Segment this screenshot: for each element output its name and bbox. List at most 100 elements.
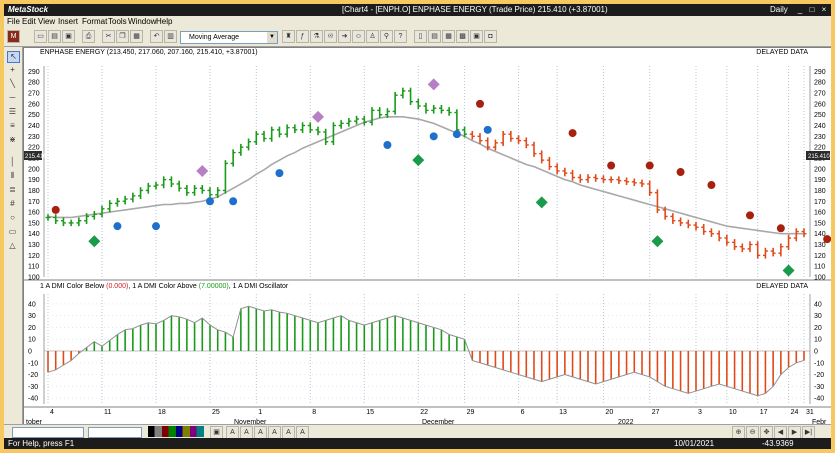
date-tick-label: 4 xyxy=(50,409,54,416)
metastock-window: MetaStock [Chart4 - [ENPH.O] ENPHASE ENE… xyxy=(4,4,831,449)
cascade-icon[interactable]: ▦ xyxy=(442,30,455,43)
menu-view[interactable]: View xyxy=(38,16,55,27)
status-date: 10/01/2021 xyxy=(674,439,715,448)
layout-icon[interactable]: ▯ xyxy=(414,30,427,43)
sell-signal-diamond xyxy=(312,110,324,123)
help-icon[interactable]: ? xyxy=(394,30,407,43)
price-tick-right: 280 xyxy=(814,80,826,87)
undo-icon[interactable]: ↶ xyxy=(150,30,163,43)
metastock-logo-icon[interactable]: M xyxy=(7,30,20,43)
paste-icon[interactable]: ▦ xyxy=(130,30,143,43)
minimize-icon[interactable]: _ xyxy=(794,5,806,15)
price-tick-left: 120 xyxy=(28,253,40,260)
price-tick-right: 160 xyxy=(814,210,826,217)
price-grid xyxy=(47,66,805,277)
window-icon[interactable]: ▣ xyxy=(470,30,483,43)
price-tick-right: 250 xyxy=(814,112,826,119)
channel-icon[interactable]: ☰ xyxy=(7,107,18,117)
expert-icon[interactable]: ☺ xyxy=(352,30,365,43)
buy-signal-diamond xyxy=(651,235,664,248)
pointer-icon[interactable]: ↖ xyxy=(7,51,20,63)
menu-file[interactable]: File xyxy=(7,16,20,27)
menu-tools[interactable]: Tools xyxy=(108,16,127,27)
gann-icon[interactable]: ⋇ xyxy=(7,135,18,145)
periodicity-label: Daily xyxy=(770,5,788,14)
price-tick-left: 290 xyxy=(28,69,40,76)
blue-signal-dot xyxy=(483,125,492,134)
save-icon[interactable]: ▣ xyxy=(62,30,75,43)
menu-window[interactable]: Window xyxy=(128,16,156,27)
menu-help[interactable]: Help xyxy=(156,16,172,27)
system-tester-icon[interactable]: ⚗ xyxy=(310,30,323,43)
chart-canvas[interactable]: 2902802702602502402302202102001901801701… xyxy=(24,48,831,436)
price-tick-left: 270 xyxy=(28,91,40,98)
date-tick-label: 29 xyxy=(467,409,475,416)
moving-average-path xyxy=(47,116,804,235)
chart-icon[interactable]: ▥ xyxy=(164,30,177,43)
dmi-tick-right: -30 xyxy=(814,384,824,391)
dmi-tick-right: 10 xyxy=(814,337,822,344)
chart-window[interactable]: ENPHASE ENERGY (213.450, 217.060, 207.16… xyxy=(23,47,831,437)
date-tick-label: 6 xyxy=(521,409,525,416)
fibonacci-icon[interactable]: ≡ xyxy=(7,121,18,131)
grid-tool-icon[interactable]: # xyxy=(7,199,18,209)
blue-signal-dot xyxy=(206,197,214,206)
menu-edit[interactable]: Edit xyxy=(22,16,36,27)
arrow-icon[interactable]: ➜ xyxy=(338,30,351,43)
print-icon[interactable]: ⎙ xyxy=(82,30,95,43)
dmi-tick-right: -40 xyxy=(814,396,824,403)
close-icon[interactable]: × xyxy=(818,5,830,15)
price-tick-right: 180 xyxy=(814,188,826,195)
copy-icon[interactable]: ❐ xyxy=(116,30,129,43)
price-tick-right: 120 xyxy=(814,253,826,260)
price-tick-left: 200 xyxy=(28,166,40,173)
open-icon[interactable]: ▤ xyxy=(48,30,61,43)
price-tick-left: 280 xyxy=(28,80,40,87)
new-icon[interactable]: ▭ xyxy=(34,30,47,43)
grid-icon[interactable]: ▩ xyxy=(456,30,469,43)
trendline-icon[interactable]: ╲ xyxy=(7,79,18,89)
rectangle-icon[interactable]: ▭ xyxy=(7,227,18,237)
horizontal-line-icon[interactable]: ─ xyxy=(7,93,18,103)
date-tick-label: 11 xyxy=(104,409,111,416)
menu-format[interactable]: Format xyxy=(82,16,107,27)
binoculars-icon[interactable]: ♾ xyxy=(324,30,337,43)
tile-icon[interactable]: ▤ xyxy=(428,30,441,43)
dmi-axis-left: 40 30 20 10 0 -10 -20 -30 -40 xyxy=(28,294,45,404)
red-signal-dot xyxy=(707,181,716,190)
cut-icon[interactable]: ✂ xyxy=(102,30,115,43)
date-tick-label: 15 xyxy=(366,409,374,416)
lock-icon[interactable]: ♜ xyxy=(282,30,295,43)
price-tick-left: 220 xyxy=(28,145,40,152)
line-style-select[interactable] xyxy=(12,427,84,438)
dmi-tick-right: -10 xyxy=(814,360,824,367)
date-tick-label: 18 xyxy=(158,409,166,416)
blue-signal-dot xyxy=(152,222,160,231)
date-tick-label: 27 xyxy=(652,409,660,416)
dmi-grid xyxy=(44,294,810,404)
explorer-icon[interactable]: ƒ xyxy=(296,30,309,43)
price-tick-left: 130 xyxy=(28,242,40,249)
line-weight-select[interactable] xyxy=(88,427,142,438)
date-tick-label: 22 xyxy=(420,409,428,416)
color-palette[interactable] xyxy=(148,426,204,437)
circle-icon[interactable]: ○ xyxy=(7,213,18,223)
vertical-line-icon[interactable]: │ xyxy=(7,157,18,167)
moving-average-line xyxy=(47,116,804,235)
cycle-lines-icon[interactable]: ⦀ xyxy=(7,171,18,181)
red-signal-dot xyxy=(476,99,484,108)
buy-signal-diamond xyxy=(88,235,101,248)
menu-insert[interactable]: Insert xyxy=(58,16,78,27)
crosshair-icon[interactable]: + xyxy=(7,65,18,75)
date-tick-label: 10 xyxy=(729,409,737,416)
camera-icon[interactable]: ◘ xyxy=(484,30,497,43)
triangle-icon[interactable]: △ xyxy=(7,241,18,251)
ellipse-tool-icon[interactable]: ≣ xyxy=(7,185,18,195)
indicator-select[interactable]: Moving Average ▼ xyxy=(180,31,278,44)
dmi-tick-left: -40 xyxy=(28,396,38,403)
zoom-icon[interactable]: ⚲ xyxy=(380,30,393,43)
red-signal-dot xyxy=(51,205,60,214)
maximize-icon[interactable]: □ xyxy=(806,5,818,15)
person-icon[interactable]: ♙ xyxy=(366,30,379,43)
title-bar: MetaStock [Chart4 - [ENPH.O] ENPHASE ENE… xyxy=(4,4,831,16)
